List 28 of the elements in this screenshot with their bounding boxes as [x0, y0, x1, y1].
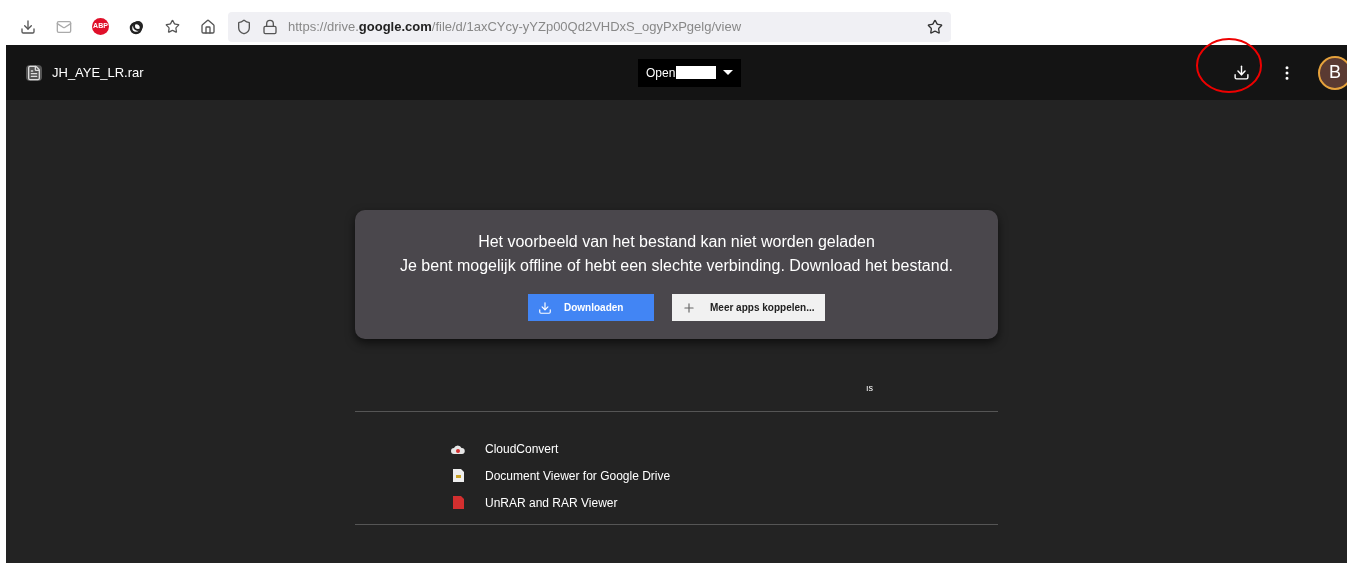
download-button[interactable]: Downloaden	[528, 294, 654, 321]
error-message: Je bent mogelijk offline of hebt een slechte verbinding. Download het bestand.	[400, 256, 953, 276]
app-item[interactable]: Document Viewer for Google Drive	[485, 466, 671, 485]
app-item[interactable]: UnRAR and RAR Viewer	[485, 493, 618, 512]
bookmark-icon[interactable]	[165, 19, 180, 34]
bookmark-star-icon[interactable]	[927, 18, 943, 35]
download-icon[interactable]	[20, 18, 36, 35]
text-fragment: ıs	[866, 382, 873, 395]
lock-icon	[262, 18, 278, 35]
address-bar[interactable]: https://drive.google.com/file/d/1axCYcy-yYZp00Qd2VHDxS_ogyPxPgelg/view	[228, 11, 951, 42]
archive-icon	[26, 64, 42, 81]
plus-icon	[682, 300, 696, 315]
download-icon	[538, 300, 552, 315]
home-icon[interactable]	[200, 18, 216, 35]
shield-icon	[236, 18, 252, 35]
open-with-button[interactable]: Open	[638, 58, 742, 87]
rings-icon[interactable]	[129, 18, 145, 35]
file-name: JH_AYE_LR.rar	[52, 63, 144, 82]
cloud-icon	[451, 443, 465, 454]
app-item[interactable]: CloudConvert	[485, 439, 559, 458]
connect-apps-button[interactable]: Meer apps koppelen...	[672, 294, 825, 321]
document-icon	[452, 469, 464, 482]
annotation-circle	[1195, 37, 1263, 94]
download-icon[interactable]	[1233, 64, 1250, 81]
error-title: Het voorbeeld van het bestand kan niet worden geladen	[478, 232, 875, 252]
file-icon	[452, 496, 464, 509]
avatar[interactable]: B	[1318, 55, 1347, 90]
url-text: https://drive.google.com/file/d/1axCYcy-yYZp00Qd2VHDxS_ogyPxPgelg/view	[288, 17, 743, 36]
